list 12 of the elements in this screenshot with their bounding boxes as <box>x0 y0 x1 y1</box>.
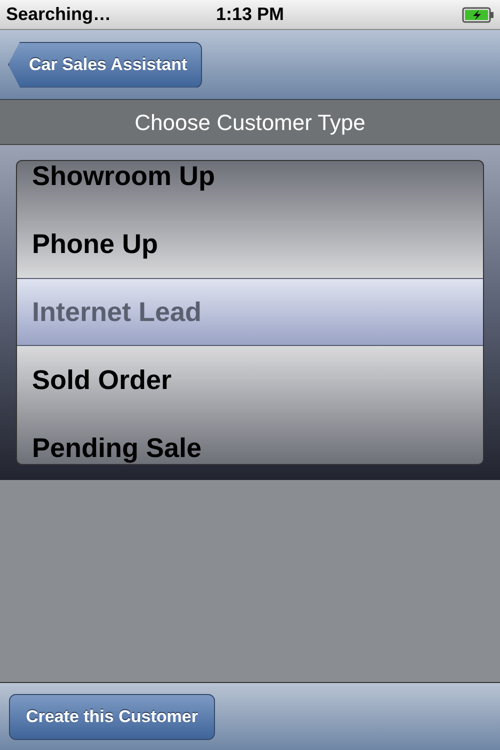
back-button[interactable]: Car Sales Assistant <box>8 42 202 88</box>
picker-row[interactable]: Pending Sale <box>17 414 483 464</box>
create-customer-button[interactable]: Create this Customer <box>9 694 215 740</box>
picker-row[interactable]: Internet Lead <box>17 278 483 346</box>
prompt-title: Choose Customer Type <box>134 108 366 137</box>
battery-icon <box>462 6 494 22</box>
picker-row[interactable]: Sold Order <box>17 346 483 414</box>
clock: 1:13 PM <box>216 3 284 26</box>
carrier-status: Searching… <box>6 3 112 26</box>
picker-wheel[interactable]: Showroom Up Phone Up Internet Lead Sold Order Pending Sale <box>16 160 484 465</box>
picker-row[interactable]: Phone Up <box>17 210 483 278</box>
picker-row[interactable]: Showroom Up <box>17 161 483 210</box>
